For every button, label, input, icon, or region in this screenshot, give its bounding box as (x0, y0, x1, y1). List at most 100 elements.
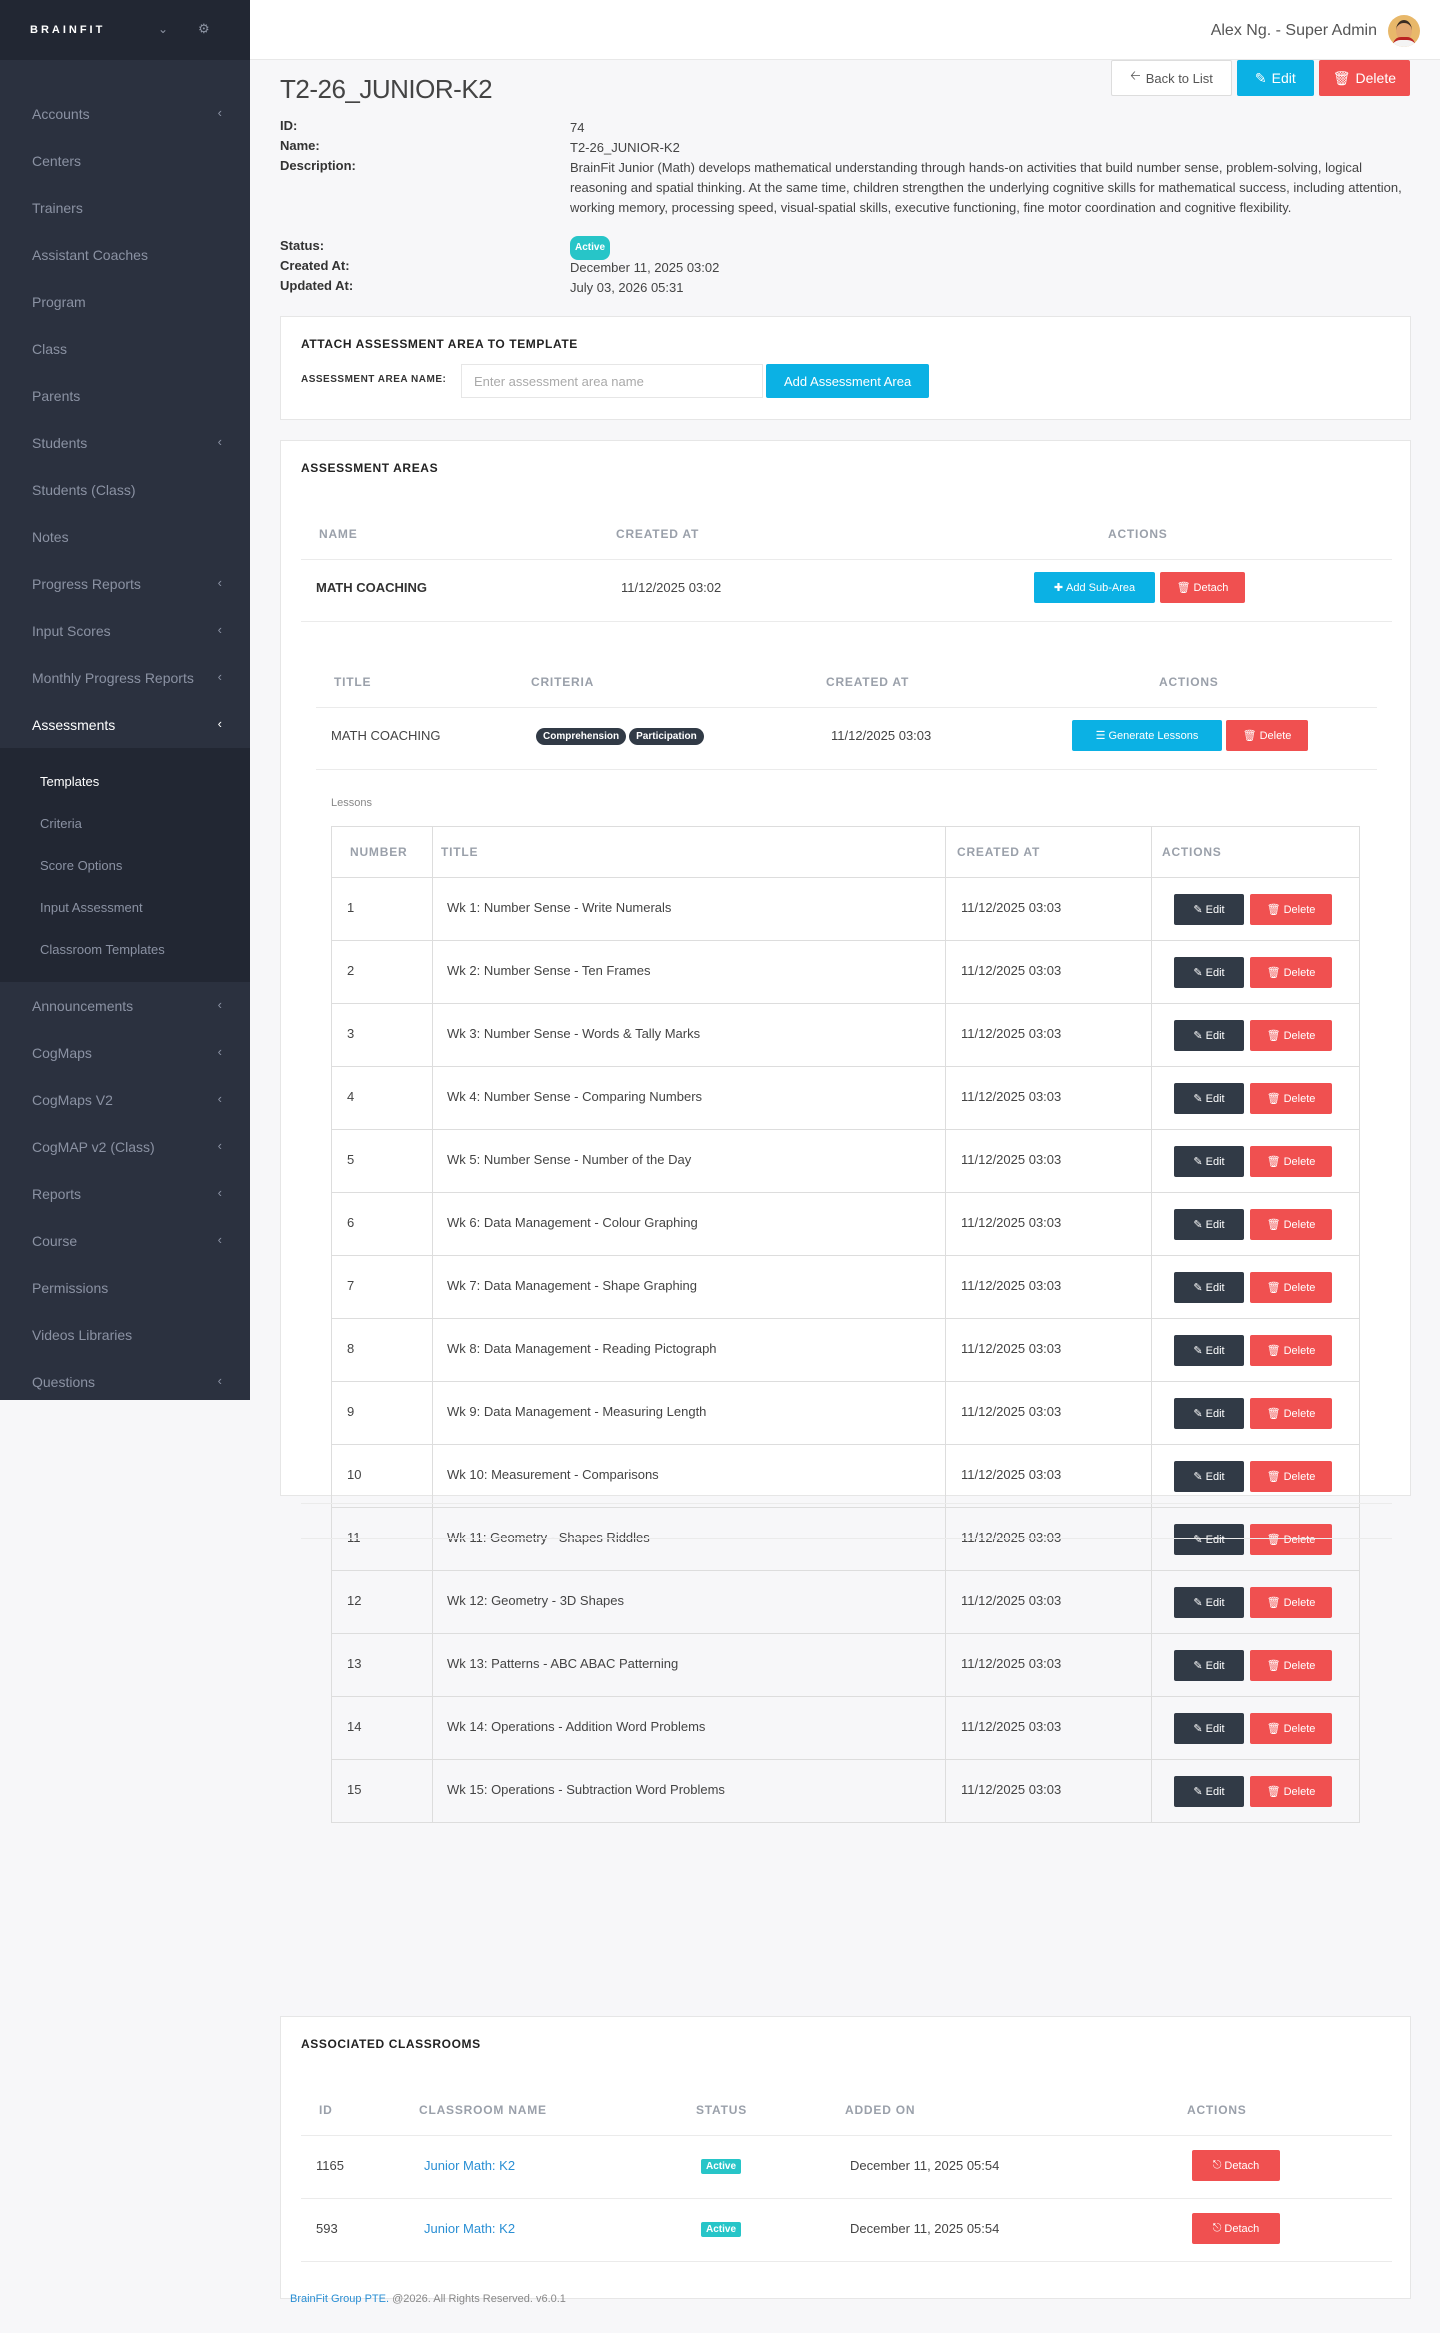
sidebar-item-videos-libraries[interactable]: Videos Libraries (0, 1311, 250, 1358)
sidebar-item-students[interactable]: Students ‹ (0, 419, 250, 466)
delete-sub-area-button[interactable]: 🗑 Delete (1226, 720, 1308, 751)
lesson-edit-button[interactable]: ✎ Edit (1174, 1146, 1244, 1177)
sidebar-item-notes[interactable]: Notes (0, 513, 250, 560)
sidebar-item-accounts[interactable]: Accounts ‹ (0, 90, 250, 137)
sidebar-item-input-scores[interactable]: Input Scores ‹ (0, 607, 250, 654)
classroom-name-link[interactable]: Junior Math: K2 (424, 2158, 515, 2173)
lesson-delete-button[interactable]: 🗑 Delete (1250, 1713, 1332, 1744)
status-label: Status: (280, 238, 325, 253)
detach-classroom-button[interactable]: ⎋ Detach (1192, 2150, 1280, 2181)
sidebar-item-progress-reports[interactable]: Progress Reports ‹ (0, 560, 250, 607)
sidebar-item-program[interactable]: Program (0, 278, 250, 325)
trash-icon: 🗑 (1266, 1219, 1281, 1231)
area-name-input[interactable]: Enter assessment area name (461, 364, 763, 398)
lesson-edit-button[interactable]: ✎ Edit (1174, 1335, 1244, 1366)
lesson-edit-button[interactable]: ✎ Edit (1174, 1587, 1244, 1618)
avatar[interactable] (1388, 15, 1420, 47)
sidebar-item-cogmaps[interactable]: CogMaps ‹ (0, 1029, 250, 1076)
sidebar-item-questions[interactable]: Questions ‹ (0, 1358, 250, 1400)
lesson-edit-button[interactable]: ✎ Edit (1174, 894, 1244, 925)
add-sub-area-button[interactable]: ✚ Add Sub-Area (1034, 572, 1155, 603)
lesson-delete-button[interactable]: 🗑 Delete (1250, 1650, 1332, 1681)
lesson-edit-button[interactable]: ✎ Edit (1174, 1776, 1244, 1807)
edit-button[interactable]: ✎ Edit (1236, 60, 1314, 96)
delete-button[interactable]: 🗑 Delete (1318, 60, 1410, 96)
lesson-edit-button[interactable]: ✎ Edit (1174, 957, 1244, 988)
col-criteria: CRITERIA (531, 675, 595, 689)
sidebar-item-course[interactable]: Course ‹ (0, 1217, 250, 1264)
lesson-delete-button[interactable]: 🗑 Delete (1250, 1146, 1332, 1177)
sidebar-item-monthly-progress-reports[interactable]: Monthly Progress Reports ‹ (0, 654, 250, 701)
sidebar-item-cogmaps-v2[interactable]: CogMaps V2 ‹ (0, 1076, 250, 1123)
sidebar-item-trainers[interactable]: Trainers (0, 184, 250, 231)
submenu-item-input-assessment[interactable]: Input Assessment (0, 886, 250, 928)
submenu-item-classroom-templates[interactable]: Classroom Templates (0, 928, 250, 970)
lesson-delete-button[interactable]: 🗑 Delete (1250, 957, 1332, 988)
sidebar-item-cogmap-v2-class[interactable]: CogMAP v2 (Class) ‹ (0, 1123, 250, 1170)
unlink-icon: ⎋ (1212, 2222, 1222, 2234)
lesson-edit-button[interactable]: ✎ Edit (1174, 1398, 1244, 1429)
lesson-edit-label: Edit (1205, 966, 1225, 979)
back-to-list-button[interactable]: 🡠 Back to List (1111, 60, 1232, 96)
pencil-icon: ✎ (1193, 1030, 1203, 1042)
sidebar-item-permissions[interactable]: Permissions (0, 1264, 250, 1311)
lesson-delete-button[interactable]: 🗑 Delete (1250, 1461, 1332, 1492)
sidebar-item-centers[interactable]: Centers (0, 137, 250, 184)
trash-icon: 🗑 (1266, 1534, 1281, 1546)
gear-icon[interactable]: ⚙ (198, 21, 210, 37)
lesson-delete-button[interactable]: 🗑 Delete (1250, 1083, 1332, 1114)
divider (301, 2198, 1392, 2199)
sidebar-item-class[interactable]: Class (0, 325, 250, 372)
lesson-row: 2 Wk 2: Number Sense - Ten Frames 11/12/20… (332, 940, 1359, 1003)
user-name[interactable]: Alex Ng. - Super Admin (1211, 22, 1377, 40)
lesson-edit-button[interactable]: ✎ Edit (1174, 1461, 1244, 1492)
lesson-edit-button[interactable]: ✎ Edit (1174, 1209, 1244, 1240)
lesson-delete-button[interactable]: 🗑 Delete (1250, 1587, 1332, 1618)
sidebar-item-assistant-coaches[interactable]: Assistant Coaches (0, 231, 250, 278)
detach-area-button[interactable]: 🗑 Detach (1160, 572, 1245, 603)
sidebar-item-students-class[interactable]: Students (Class) (0, 466, 250, 513)
footer-company-link[interactable]: BrainFit Group PTE. (290, 2293, 389, 2305)
lesson-edit-button[interactable]: ✎ Edit (1174, 1020, 1244, 1051)
lesson-edit-button[interactable]: ✎ Edit (1174, 1083, 1244, 1114)
sidebar-item-reports[interactable]: Reports ‹ (0, 1170, 250, 1217)
back-to-list-label: Back to List (1145, 70, 1213, 86)
col-number: NUMBER (350, 845, 408, 859)
lesson-row: 14 Wk 14: Operations - Addition Word Prob… (332, 1696, 1359, 1759)
lesson-edit-button[interactable]: ✎ Edit (1174, 1524, 1244, 1555)
lesson-created: 11/12/2025 03:03 (961, 963, 1062, 978)
lesson-delete-button[interactable]: 🗑 Delete (1250, 1209, 1332, 1240)
submenu-item-templates[interactable]: Templates (0, 760, 250, 802)
sidebar-item-announcements[interactable]: Announcements ‹ (0, 982, 250, 1029)
add-assessment-area-button[interactable]: Add Assessment Area (766, 364, 930, 398)
lesson-created: 11/12/2025 03:03 (961, 1404, 1062, 1419)
chevron-left-icon: ‹ (217, 622, 222, 637)
classroom-name-link[interactable]: Junior Math: K2 (424, 2221, 515, 2236)
lesson-edit-button[interactable]: ✎ Edit (1174, 1272, 1244, 1303)
col-sub-created: CREATED AT (826, 675, 910, 689)
lesson-number: 15 (347, 1782, 362, 1797)
lesson-delete-button[interactable]: 🗑 Delete (1250, 894, 1332, 925)
col-classroom-actions: ACTIONS (1187, 2103, 1247, 2117)
lesson-edit-button[interactable]: ✎ Edit (1174, 1713, 1244, 1744)
submenu-item-score-options[interactable]: Score Options (0, 844, 250, 886)
chevron-down-icon[interactable]: ⌄ (158, 22, 168, 36)
submenu-item-criteria[interactable]: Criteria (0, 802, 250, 844)
lesson-delete-button[interactable]: 🗑 Delete (1250, 1398, 1332, 1429)
brand-logo[interactable]: BRAINFIT (30, 24, 105, 36)
classroom-status-badge: Active (701, 2222, 742, 2237)
lesson-delete-button[interactable]: 🗑 Delete (1250, 1020, 1332, 1051)
sidebar-item-parents[interactable]: Parents (0, 372, 250, 419)
trash-icon: 🗑 (1266, 1597, 1281, 1609)
lesson-delete-button[interactable]: 🗑 Delete (1250, 1524, 1332, 1555)
lesson-title: Wk 8: Data Management - Reading Pictogra… (447, 1341, 717, 1356)
lesson-delete-button[interactable]: 🗑 Delete (1250, 1776, 1332, 1807)
sidebar-item-assessments[interactable]: Assessments ‹ (0, 701, 250, 748)
lesson-edit-button[interactable]: ✎ Edit (1174, 1650, 1244, 1681)
pencil-icon: ✎ (1254, 69, 1267, 86)
detach-classroom-button[interactable]: ⎋ Detach (1192, 2213, 1280, 2244)
lesson-delete-button[interactable]: 🗑 Delete (1250, 1272, 1332, 1303)
generate-lessons-button[interactable]: ☰ Generate Lessons (1072, 720, 1222, 751)
lesson-edit-label: Edit (1205, 1281, 1225, 1294)
lesson-delete-button[interactable]: 🗑 Delete (1250, 1335, 1332, 1366)
